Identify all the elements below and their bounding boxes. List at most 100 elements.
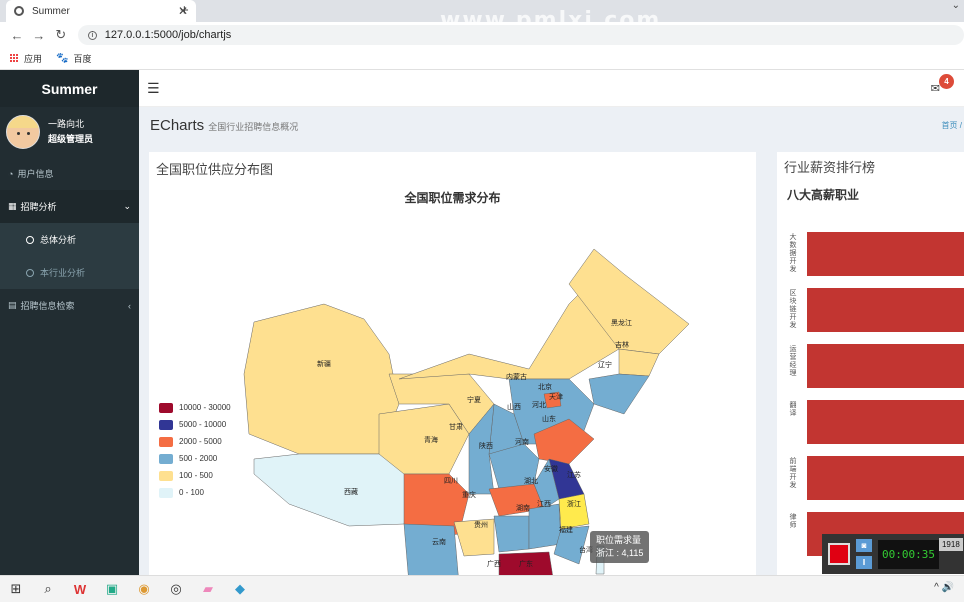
legend-item[interactable]: 0 - 100 <box>159 484 231 501</box>
back-icon[interactable]: ← <box>6 28 28 43</box>
page-title: ECharts <box>150 117 205 134</box>
legend-item[interactable]: 5000 - 10000 <box>159 416 231 433</box>
bookmark-label: 百度 <box>73 54 92 64</box>
bar[interactable] <box>807 288 964 332</box>
legend-label: 500 - 2000 <box>179 454 218 463</box>
map-tooltip: 职位需求量 浙江 : 4,115 <box>590 531 650 563</box>
menu-toggle-icon[interactable]: ☰ <box>147 80 160 97</box>
tooltip-title: 职位需求量 <box>596 535 642 545</box>
sidebar-item-user-info[interactable]: ◔ 用户信息 <box>0 157 139 190</box>
sidebar-item-label: 用户信息 <box>17 169 54 179</box>
province-tibet <box>253 453 415 527</box>
address-bar[interactable]: i 127.0.0.1:5000/job/chartjs <box>77 25 964 45</box>
province-label: 广西 <box>487 559 501 568</box>
bar-chart-title: 八大高薪职业 <box>787 188 860 202</box>
bookmark-apps[interactable]: 应用 <box>10 52 42 65</box>
province-label: 湖南 <box>516 503 530 512</box>
paw-icon: 🐾 <box>56 53 69 64</box>
app-icon[interactable]: ▣ <box>96 576 128 603</box>
page-subtitle: 全国行业招聘信息概况 <box>208 122 299 132</box>
info-icon[interactable]: i <box>87 30 97 40</box>
search-icon[interactable]: ⌕ <box>32 576 64 603</box>
province-liaoning <box>588 373 650 415</box>
browser-tab[interactable]: Summer ✕ <box>6 0 196 22</box>
province-label: 河北 <box>532 401 546 409</box>
legend-label: 2000 - 5000 <box>179 437 222 446</box>
bar[interactable] <box>807 344 964 388</box>
china-map[interactable]: 新疆西藏 青海 甘肃 宁夏 内蒙古 黑龙江吉林辽宁北京天津河北 山西山东陕西 河南四川重庆 湖北… <box>149 154 756 575</box>
bar[interactable] <box>807 400 964 444</box>
legend-label: 0 - 100 <box>179 488 204 497</box>
bookmark-baidu[interactable]: 🐾 百度 <box>56 52 91 65</box>
province-hunan <box>493 515 530 553</box>
sidebar-item-search[interactable]: ▤ 招聘信息检索 ‹ <box>0 289 139 322</box>
sidebar-item-label: 总体分析 <box>40 235 77 245</box>
sidebar-item-overall[interactable]: 总体分析 <box>0 223 139 256</box>
folder-icon[interactable]: ▰ <box>192 576 224 603</box>
sidebar-item-label: 招聘信息检索 <box>20 301 75 311</box>
bar-category-label: 前端开发 <box>789 458 797 489</box>
content-header: ECharts 全国行业招聘信息概况 <box>139 107 964 143</box>
legend-swatch <box>159 419 173 430</box>
browser-chrome: Summer ✕ + www.pmlxj.com ⌄ ← → ↻ i 127.0… <box>0 0 964 70</box>
bar-category-label: 大数据开发 <box>789 234 797 273</box>
province-label: 内蒙古 <box>506 372 527 381</box>
legend-label: 5000 - 10000 <box>179 420 227 429</box>
province-label: 浙江 <box>567 499 581 508</box>
province-label: 贵州 <box>474 520 488 529</box>
forward-icon[interactable]: → <box>28 28 50 43</box>
legend-swatch <box>159 402 173 413</box>
apps-grid-icon <box>10 54 19 63</box>
recording-timer: 00:00:35 <box>878 539 939 569</box>
record-button[interactable] <box>828 543 850 565</box>
province-label: 甘肃 <box>449 422 463 431</box>
wps-icon[interactable]: W <box>64 576 96 603</box>
pycharm-icon[interactable]: ◆ <box>224 576 256 603</box>
recorder-tag: 1918 <box>938 538 963 551</box>
province-label: 江西 <box>537 500 551 508</box>
province-label: 云南 <box>432 537 446 546</box>
media-icon[interactable]: ◎ <box>160 576 192 603</box>
taskbar: ⊞ ⌕ W ▣ ◉ ◎ ▰ ◆ ^ 🔊 <box>0 575 964 602</box>
camera-icon[interactable]: ◙ <box>856 539 872 552</box>
chart-icon: ▦ <box>8 201 17 211</box>
chevron-left-icon: ‹ <box>128 300 131 311</box>
sidebar: Summer 一路向北 超级管理员 ◔ 用户信息 ▦ 招聘分析 ⌄ 总体分析 本… <box>0 70 139 575</box>
bar[interactable] <box>807 456 964 500</box>
sidebar-item-industry[interactable]: 本行业分析 <box>0 256 139 289</box>
sidebar-item-recruit-analysis[interactable]: ▦ 招聘分析 ⌄ <box>0 190 139 223</box>
bar[interactable] <box>807 232 964 276</box>
window-control[interactable]: ⌄ <box>952 0 960 11</box>
province-label: 福建 <box>559 525 573 534</box>
dashboard-icon: ◔ <box>8 168 14 179</box>
brand-logo[interactable]: Summer <box>0 70 139 107</box>
legend-item[interactable]: 10000 - 30000 <box>159 399 231 416</box>
legend-item[interactable]: 2000 - 5000 <box>159 433 231 450</box>
province-label: 广东 <box>519 559 533 568</box>
circle-icon <box>26 235 34 244</box>
legend-swatch <box>159 487 173 498</box>
reload-icon[interactable]: ↻ <box>50 27 72 43</box>
legend-swatch <box>159 453 173 464</box>
user-name: 一路向北 <box>48 119 85 129</box>
legend-item[interactable]: 500 - 2000 <box>159 450 231 467</box>
sidebar-item-label: 招聘分析 <box>20 202 57 212</box>
pause-icon[interactable]: ‖ <box>856 556 872 569</box>
windows-start-icon[interactable]: ⊞ <box>0 576 32 603</box>
legend-swatch <box>159 436 173 447</box>
chrome-icon[interactable]: ◉ <box>128 576 160 603</box>
province-label: 安徽 <box>544 464 558 473</box>
system-tray[interactable]: ^ 🔊 <box>934 582 954 593</box>
province-label: 山东 <box>542 414 556 423</box>
province-label: 河南 <box>515 437 529 446</box>
globe-icon <box>14 6 24 16</box>
browser-toolbar: ← → ↻ i 127.0.0.1:5000/job/chartjs <box>0 22 964 48</box>
salary-box: 行业薪资排行榜 八大高薪职业 大数据开发 区块链开发 运营经理 翻译 前端开发 律师 <box>777 152 964 575</box>
map-legend[interactable]: 10000 - 30000 5000 - 10000 2000 - 5000 500 … <box>159 399 231 501</box>
legend-item[interactable]: 100 - 500 <box>159 467 231 484</box>
breadcrumb[interactable]: 首页 / <box>942 120 962 131</box>
new-tab-button[interactable]: + <box>180 2 189 19</box>
province-label: 辽宁 <box>598 360 612 369</box>
chevron-down-icon: ⌄ <box>123 201 131 211</box>
province-label: 江苏 <box>567 470 581 479</box>
